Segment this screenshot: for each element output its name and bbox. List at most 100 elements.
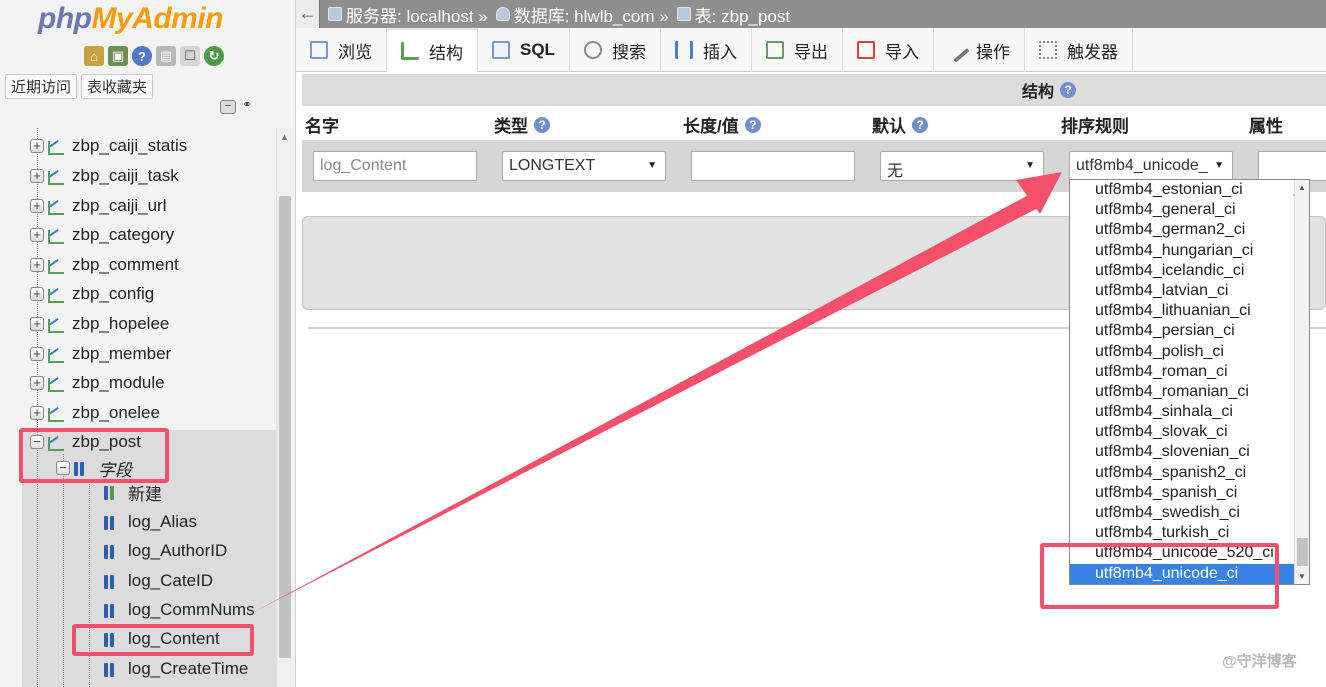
help-icon[interactable]: ? xyxy=(132,46,152,66)
highlight-box-collation xyxy=(1040,543,1279,609)
collation-option[interactable]: utf8mb4_spanish_ci xyxy=(1070,483,1309,503)
expand-icon[interactable]: + xyxy=(30,199,44,213)
tree-table-item[interactable]: + zbp_category xyxy=(30,222,174,248)
column-item[interactable]: log_CommNums xyxy=(104,597,255,623)
recent-tab[interactable]: 近期访问 xyxy=(5,74,78,99)
back-arrow-icon[interactable]: ← xyxy=(296,0,320,28)
collation-option[interactable]: utf8mb4_estonian_ci xyxy=(1070,180,1309,200)
tree-table-item[interactable]: + zbp_hopelee xyxy=(30,311,169,337)
tree-table-item[interactable]: + zbp_onelee xyxy=(30,400,160,426)
table-name: zbp_onelee xyxy=(72,403,160,422)
scroll-up-icon[interactable]: ▲ xyxy=(1298,183,1306,192)
link-icon[interactable]: ⚭ xyxy=(239,100,255,114)
server-icon xyxy=(328,7,342,21)
type-select[interactable]: LONGTEXT xyxy=(502,151,666,181)
default-value: 无 xyxy=(887,163,904,180)
watermark: @守洋博客 xyxy=(1222,653,1297,670)
tree-table-item[interactable]: + zbp_module xyxy=(30,370,165,396)
tab-export[interactable]: 导出 xyxy=(752,28,843,72)
home-icon[interactable]: ⌂ xyxy=(84,46,104,66)
column-icon xyxy=(104,602,120,618)
collation-option[interactable]: utf8mb4_polish_ci xyxy=(1070,342,1309,362)
collation-select[interactable]: utf8mb4_unicode_ xyxy=(1069,151,1233,181)
collation-option[interactable]: utf8mb4_roman_ci xyxy=(1070,362,1309,382)
expand-icon[interactable]: + xyxy=(30,317,44,331)
help-icon[interactable]: ? xyxy=(912,116,928,133)
reload-icon[interactable]: ↻ xyxy=(204,46,224,66)
export-icon xyxy=(765,41,784,59)
collation-option[interactable]: utf8mb4_turkish_ci xyxy=(1070,523,1309,543)
tab-operations[interactable]: 操作 xyxy=(934,28,1025,72)
phpmyadmin-logo[interactable]: phpMyAdmin xyxy=(38,2,223,36)
scroll-down-icon[interactable]: ▼ xyxy=(1298,572,1306,581)
default-select[interactable]: 无 xyxy=(880,151,1044,181)
tree-table-item[interactable]: + zbp_caiji_statis xyxy=(30,133,187,159)
collapse-all-icon[interactable]: − xyxy=(220,100,236,114)
tree-table-item[interactable]: + zbp_member xyxy=(30,341,171,367)
column-item[interactable]: log_CreateTime xyxy=(104,656,248,682)
tree-table-item[interactable]: + zbp_config xyxy=(30,281,154,307)
column-name: log_CreateTime xyxy=(128,659,249,678)
collation-option[interactable]: utf8mb4_persian_ci xyxy=(1070,321,1309,341)
collation-option[interactable]: utf8mb4_slovenian_ci xyxy=(1070,442,1309,462)
expand-icon[interactable]: + xyxy=(30,287,44,301)
breadcrumb-database[interactable]: 数据库: hlwlb_com » xyxy=(495,2,669,27)
scroll-up-icon[interactable]: ▲ xyxy=(280,132,289,142)
table-name: zbp_caiji_statis xyxy=(72,136,188,155)
dropdown-scrollbar[interactable]: ▲ ▼ xyxy=(1294,180,1309,584)
expand-icon[interactable]: + xyxy=(30,258,44,272)
help-icon[interactable]: ? xyxy=(744,116,761,133)
tab-browse[interactable]: 浏览 xyxy=(296,28,387,72)
collation-option[interactable]: utf8mb4_lithuanian_ci xyxy=(1070,301,1309,321)
expand-icon[interactable]: + xyxy=(30,406,44,420)
scrollbar-thumb[interactable] xyxy=(1297,538,1308,566)
logout-icon[interactable]: ▣ xyxy=(108,46,128,66)
structure-icon xyxy=(401,42,419,60)
expand-icon[interactable]: + xyxy=(30,228,44,242)
collation-option[interactable]: utf8mb4_spanish2_ci xyxy=(1070,463,1309,483)
tree-table-item[interactable]: + zbp_caiji_url xyxy=(30,193,167,219)
docs-icon[interactable]: ▤ xyxy=(156,46,176,66)
expand-icon[interactable]: + xyxy=(30,376,44,390)
collation-option[interactable]: utf8mb4_german2_ci xyxy=(1070,220,1309,240)
tab-triggers[interactable]: 触发器 xyxy=(1025,28,1133,72)
column-item[interactable]: log_Alias xyxy=(104,509,197,535)
header-label: 长度/值 xyxy=(683,117,739,136)
column-name-input[interactable]: log_Content xyxy=(313,151,477,181)
collation-option[interactable]: utf8mb4_hungarian_ci xyxy=(1070,241,1309,261)
help-icon[interactable]: ? xyxy=(534,116,550,133)
length-input[interactable] xyxy=(691,151,855,181)
settings-icon[interactable]: ☐ xyxy=(180,46,200,66)
column-item[interactable]: log_CateID xyxy=(104,568,213,594)
tab-insert[interactable]: 插入 xyxy=(661,28,752,72)
collation-option[interactable]: utf8mb4_sinhala_ci xyxy=(1070,402,1309,422)
collation-option[interactable]: utf8mb4_slovak_ci xyxy=(1070,422,1309,442)
tab-import[interactable]: 导入 xyxy=(843,28,934,72)
breadcrumb-table[interactable]: 表: zbp_post xyxy=(676,2,790,27)
tab-sql[interactable]: SQL xyxy=(478,28,570,72)
search-icon xyxy=(583,41,602,59)
collation-option[interactable]: utf8mb4_swedish_ci xyxy=(1070,503,1309,523)
expand-icon[interactable]: + xyxy=(30,169,44,183)
tab-structure[interactable]: 结构 xyxy=(387,28,478,72)
column-name: log_CateID xyxy=(128,571,214,590)
collation-dropdown-list[interactable]: utf8mb4_estonian_ci utf8mb4_general_ci utf… xyxy=(1069,179,1310,585)
column-item[interactable]: log_AuthorID xyxy=(104,538,227,564)
tab-label: 触发器 xyxy=(1066,42,1118,62)
breadcrumb-server[interactable]: 服务器: localhost » xyxy=(328,2,488,27)
expand-icon[interactable]: + xyxy=(30,347,44,361)
collation-option[interactable]: utf8mb4_general_ci xyxy=(1070,200,1309,220)
collation-option[interactable]: utf8mb4_romanian_ci xyxy=(1070,382,1309,402)
insert-icon xyxy=(674,41,693,59)
nav-scrollbar[interactable]: ▲ xyxy=(276,128,293,687)
help-icon[interactable]: ? xyxy=(1060,82,1076,98)
collation-option[interactable]: utf8mb4_latvian_ci xyxy=(1070,281,1309,301)
tree-table-item[interactable]: + zbp_caiji_task xyxy=(30,163,179,189)
tab-search[interactable]: 搜索 xyxy=(570,28,661,72)
favorites-tab[interactable]: 表收藏夹 xyxy=(81,74,154,99)
expand-icon[interactable]: + xyxy=(30,139,44,153)
tree-table-item[interactable]: + zbp_comment xyxy=(30,252,179,278)
attributes-select[interactable] xyxy=(1258,151,1326,181)
scrollbar-thumb[interactable] xyxy=(279,196,291,658)
collation-option[interactable]: utf8mb4_icelandic_ci xyxy=(1070,261,1309,281)
